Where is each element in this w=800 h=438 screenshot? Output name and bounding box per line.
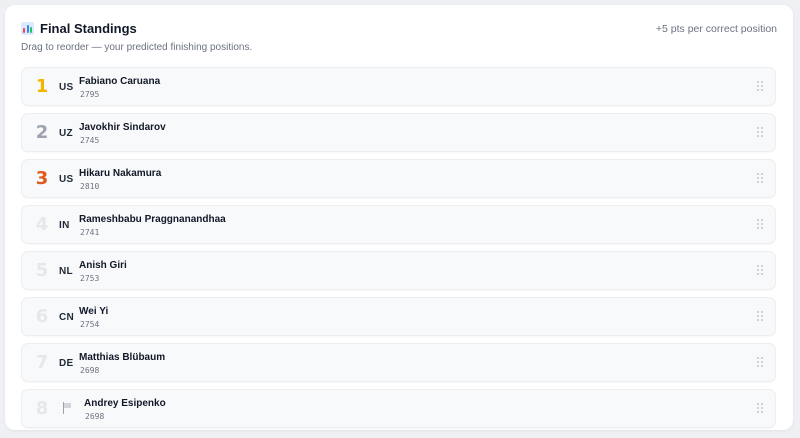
bar-chart-icon: [21, 22, 34, 35]
rank-number: 4: [35, 214, 49, 235]
drag-handle-icon[interactable]: [757, 219, 763, 229]
drag-handle-icon[interactable]: [757, 357, 763, 367]
drag-handle-icon[interactable]: [757, 127, 763, 137]
country-code: CN: [59, 312, 75, 323]
title-wrap: Final Standings: [21, 21, 137, 36]
player-name: Matthias Blübaum: [79, 352, 166, 363]
player-rating: 2741: [80, 228, 100, 237]
standings-card: Final Standings +5 pts per correct posit…: [5, 5, 793, 430]
player-rating: 2810: [80, 182, 100, 191]
standing-row[interactable]: 8 Andrey Esipenko 2698: [21, 389, 776, 428]
player-rating: 2745: [80, 136, 100, 145]
country-code: NL: [59, 266, 73, 277]
drag-handle-icon[interactable]: [757, 173, 763, 183]
page-subtitle: Drag to reorder — your predicted finishi…: [21, 42, 253, 53]
points-note: +5 pts per correct position: [655, 23, 777, 35]
drag-handle-icon[interactable]: [757, 81, 763, 91]
rank-number: 5: [35, 260, 49, 281]
player-rating: 2754: [80, 320, 100, 329]
player-rating: 2698: [85, 412, 105, 421]
white-flag-icon: [62, 402, 72, 414]
player-name: Rameshbabu Praggnanandhaa: [79, 214, 226, 225]
rank-number: 2: [35, 122, 49, 143]
player-name: Javokhir Sindarov: [79, 122, 166, 133]
drag-handle-icon[interactable]: [757, 265, 763, 275]
country-code: IN: [59, 220, 70, 231]
card-header: Final Standings +5 pts per correct posit…: [21, 21, 777, 41]
drag-handle-icon[interactable]: [757, 311, 763, 321]
drag-handle-icon[interactable]: [757, 403, 763, 413]
country-code: UZ: [59, 128, 73, 139]
rank-number: 6: [35, 306, 49, 327]
rank-number: 8: [35, 398, 49, 419]
player-name: Hikaru Nakamura: [79, 168, 162, 179]
standing-row[interactable]: 3 US Hikaru Nakamura 2810: [21, 159, 776, 198]
player-rating: 2698: [80, 366, 100, 375]
page-title: Final Standings: [40, 21, 137, 36]
standing-row[interactable]: 7 DE Matthias Blübaum 2698: [21, 343, 776, 382]
standing-row[interactable]: 4 IN Rameshbabu Praggnanandhaa 2741: [21, 205, 776, 244]
country-code: US: [59, 174, 74, 185]
player-rating: 2753: [80, 274, 100, 283]
standing-row[interactable]: 1 US Fabiano Caruana 2795: [21, 67, 776, 106]
standing-row[interactable]: 5 NL Anish Giri 2753: [21, 251, 776, 290]
rank-number: 3: [35, 168, 49, 189]
rank-number: 7: [35, 352, 49, 373]
player-rating: 2795: [80, 90, 100, 99]
rank-number: 1: [35, 76, 49, 97]
standing-row[interactable]: 6 CN Wei Yi 2754: [21, 297, 776, 336]
player-name: Wei Yi: [79, 306, 109, 317]
player-name: Fabiano Caruana: [79, 76, 161, 87]
standing-row[interactable]: 2 UZ Javokhir Sindarov 2745: [21, 113, 776, 152]
standings-list: 1 US Fabiano Caruana 2795 2 UZ Javokhir Sindar…: [21, 67, 776, 435]
player-name: Anish Giri: [79, 260, 127, 271]
country-code: DE: [59, 358, 74, 369]
country-code: US: [59, 82, 74, 93]
player-name: Andrey Esipenko: [84, 398, 166, 409]
